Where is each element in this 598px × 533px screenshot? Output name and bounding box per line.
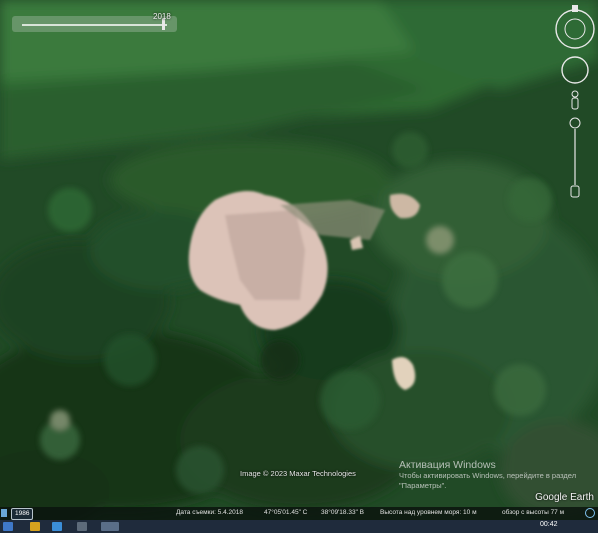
time-slider-date: 2018: [153, 12, 171, 21]
app-taskbar-icon[interactable]: [77, 522, 87, 531]
satellite-imagery: [0, 0, 598, 520]
capture-date: Дата съемки: 5.4.2018: [176, 509, 243, 516]
time-slider-track[interactable]: [22, 24, 167, 26]
taskbar-clock: 00:42: [540, 521, 558, 528]
latitude-readout: 47°05'01.45" С: [264, 509, 308, 516]
activation-subtitle: Чтобы активировать Windows, перейдите в …: [399, 471, 577, 490]
eye-altitude-readout: обзор с высоты 77 м: [502, 509, 565, 516]
windows-activation-watermark: Активация Windows Чтобы активировать Win…: [399, 459, 598, 491]
google-earth-taskbar-icon[interactable]: [101, 522, 119, 531]
historical-imagery-icon[interactable]: [1, 509, 7, 517]
browser-taskbar-icon[interactable]: [52, 522, 62, 531]
zoom-slider-icon[interactable]: [569, 117, 581, 198]
navigation-controls[interactable]: [552, 2, 598, 202]
start-button-icon[interactable]: [3, 522, 13, 531]
time-slider[interactable]: 2018: [12, 12, 177, 32]
activation-title: Активация Windows: [399, 459, 496, 471]
look-joystick-icon[interactable]: [561, 56, 589, 84]
file-explorer-taskbar-icon[interactable]: [30, 522, 40, 531]
compass-icon[interactable]: [555, 5, 595, 49]
windows-taskbar: 00:42: [0, 520, 598, 533]
longitude-readout: 38°09'18.33" В: [321, 509, 365, 516]
status-bar: 1986 Дата съемки: 5.4.2018 47°05'01.45" …: [0, 507, 598, 520]
satellite-map-view[interactable]: 2018 Image © 2023 Maxar Technologies Акт…: [0, 0, 598, 520]
google-earth-logo: Google Earth: [535, 492, 594, 503]
elevation-readout: Высота над уровнем моря: 10 м: [380, 509, 477, 516]
historical-year-button[interactable]: 1986: [11, 508, 34, 520]
map-attribution: Image © 2023 Maxar Technologies: [240, 469, 356, 478]
pegman-icon[interactable]: [571, 90, 579, 110]
streaming-indicator-icon: [585, 508, 595, 518]
